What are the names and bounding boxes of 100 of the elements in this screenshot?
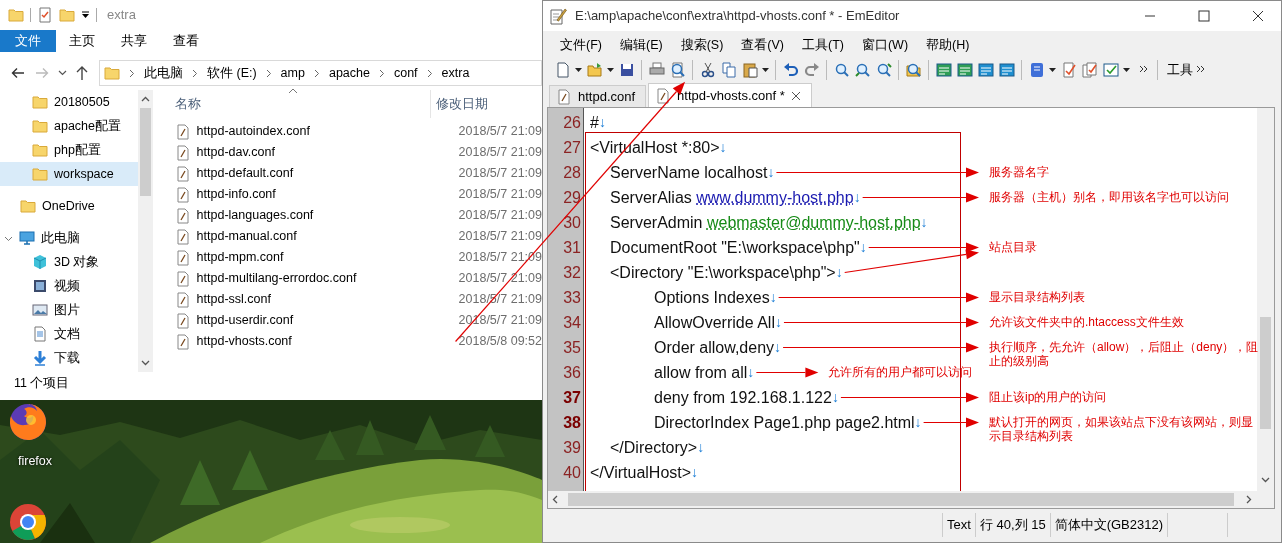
breadcrumb-item[interactable]: amp bbox=[280, 63, 305, 83]
file-name[interactable]: httpd-info.conf bbox=[196, 185, 453, 204]
line-number: 35 bbox=[562, 337, 582, 358]
nav-item[interactable]: apache配置 bbox=[0, 114, 138, 138]
caret-icon[interactable] bbox=[81, 11, 90, 19]
chevron-right-icon[interactable] bbox=[426, 68, 433, 78]
address-bar[interactable]: 此电脑 软件 (E:) amp apache conf extra bbox=[99, 60, 542, 86]
breadcrumb-item[interactable]: extra bbox=[441, 63, 470, 83]
save-icon[interactable] bbox=[618, 62, 635, 78]
nav-item[interactable]: 视频 bbox=[0, 274, 138, 298]
breadcrumb-item[interactable]: conf bbox=[393, 63, 418, 83]
menu-item[interactable]: 帮助(H) bbox=[917, 34, 979, 56]
fox-globe-icon[interactable] bbox=[8, 402, 48, 442]
window-icon[interactable] bbox=[977, 62, 994, 78]
tab[interactable]: httpd.conf bbox=[549, 85, 647, 107]
nav-item[interactable]: 图片 bbox=[0, 298, 138, 322]
cut-icon[interactable] bbox=[699, 62, 716, 78]
menu-item[interactable]: 编辑(E) bbox=[610, 34, 672, 56]
scroll-down-icon[interactable] bbox=[140, 360, 150, 366]
menu-item[interactable]: 搜索(S) bbox=[671, 34, 733, 56]
chevron-right-icon[interactable] bbox=[129, 68, 135, 78]
file-name[interactable]: httpd-vhosts.conf bbox=[196, 332, 453, 351]
file-name[interactable]: httpd-languages.conf bbox=[196, 206, 453, 225]
code-line: Order allow,deny bbox=[653, 337, 775, 358]
file-name[interactable]: httpd-dav.conf bbox=[196, 143, 453, 162]
maximize-icon[interactable] bbox=[1196, 8, 1212, 24]
close-icon[interactable] bbox=[790, 90, 801, 101]
nav-item[interactable]: 下载 bbox=[0, 346, 138, 370]
documents-check-icon[interactable] bbox=[1081, 62, 1098, 78]
scrollbar-thumb[interactable] bbox=[568, 493, 1234, 506]
file-name[interactable]: httpd-ssl.conf bbox=[196, 290, 453, 309]
folder-icon bbox=[32, 142, 48, 158]
document-check-icon[interactable] bbox=[1060, 62, 1077, 78]
nav-item[interactable]: 20180505 bbox=[0, 90, 138, 114]
redo-icon[interactable] bbox=[803, 62, 820, 78]
search-icon[interactable] bbox=[854, 62, 871, 78]
nav-item[interactable]: OneDrive bbox=[0, 194, 138, 218]
copy-icon[interactable] bbox=[720, 62, 737, 78]
link[interactable]: www.dummy-host.php bbox=[696, 188, 854, 206]
window-icon[interactable] bbox=[998, 62, 1015, 78]
nav-item[interactable]: 此电脑 bbox=[0, 226, 138, 250]
folder-search-icon[interactable] bbox=[905, 62, 922, 78]
scroll-right-icon[interactable] bbox=[1246, 495, 1252, 504]
annotation-arrow bbox=[755, 367, 819, 378]
nav-item[interactable]: php配置 bbox=[0, 138, 138, 162]
scroll-up-icon[interactable] bbox=[140, 96, 150, 102]
up-icon[interactable] bbox=[75, 65, 89, 81]
window-icon[interactable] bbox=[935, 62, 952, 78]
file-name[interactable]: httpd-default.conf bbox=[196, 164, 453, 183]
clipboard-icon[interactable] bbox=[741, 62, 758, 78]
nav-item[interactable]: workspace bbox=[0, 162, 138, 186]
undo-icon[interactable] bbox=[782, 62, 799, 78]
file-name[interactable]: httpd-autoindex.conf bbox=[196, 122, 453, 141]
chevron-right-icon[interactable] bbox=[192, 68, 198, 78]
scrollbar-thumb[interactable] bbox=[1260, 317, 1271, 429]
tab[interactable]: httpd-vhosts.conf * bbox=[648, 83, 812, 107]
breadcrumb-item[interactable]: apache bbox=[328, 63, 370, 83]
date-column-header[interactable]: 修改日期 bbox=[429, 90, 488, 118]
scrollbar-thumb[interactable] bbox=[139, 108, 151, 196]
back-icon[interactable] bbox=[10, 65, 26, 81]
scroll-left-icon[interactable] bbox=[552, 495, 558, 504]
ribbon-tab[interactable]: 主页 bbox=[56, 30, 108, 52]
chevron-right-icon[interactable] bbox=[378, 68, 385, 78]
close-icon[interactable] bbox=[1250, 8, 1266, 24]
checklist-icon[interactable] bbox=[37, 7, 53, 23]
menu-item[interactable]: 文件(F) bbox=[551, 34, 611, 56]
code-line: ServerName localhost bbox=[609, 162, 768, 183]
search-icon[interactable] bbox=[875, 62, 892, 78]
file-name[interactable]: httpd-manual.conf bbox=[196, 227, 453, 246]
file-name[interactable]: httpd-mpm.conf bbox=[196, 248, 453, 267]
nav-item[interactable]: 3D 对象 bbox=[0, 250, 138, 274]
nav-item[interactable]: 文档 bbox=[0, 322, 138, 346]
ribbon-tab[interactable]: 文件 bbox=[0, 30, 56, 52]
search-icon[interactable] bbox=[833, 62, 850, 78]
ribbon-tab[interactable]: 查看 bbox=[160, 30, 212, 52]
link[interactable]: webmaster@dummy-host.php bbox=[706, 213, 921, 231]
file-name[interactable]: httpd-userdir.conf bbox=[196, 311, 453, 330]
breadcrumb-item[interactable]: 软件 (E:) bbox=[207, 63, 257, 83]
chevron-right-icon[interactable] bbox=[265, 68, 272, 78]
scrollbar[interactable] bbox=[137, 90, 153, 372]
chrome-icon[interactable] bbox=[8, 502, 48, 542]
name-column-header[interactable]: 名称 bbox=[174, 94, 430, 114]
file-name[interactable]: httpd-multilang-errordoc.conf bbox=[196, 269, 453, 288]
annotation-note: 显示目录结构列表 bbox=[989, 289, 1086, 304]
menu-item[interactable]: 窗口(W) bbox=[852, 34, 918, 56]
print-preview-icon[interactable] bbox=[669, 62, 686, 78]
chevron-down-icon[interactable] bbox=[58, 69, 67, 77]
breadcrumb-item[interactable]: 此电脑 bbox=[144, 63, 183, 83]
newline-mark: ↓ bbox=[774, 313, 782, 332]
menu-item[interactable]: 查看(V) bbox=[732, 34, 793, 56]
scrollbar[interactable] bbox=[1257, 108, 1274, 491]
checkbox-icon[interactable] bbox=[1102, 62, 1119, 78]
printer-icon[interactable] bbox=[648, 62, 665, 78]
scroll-down-icon[interactable] bbox=[1261, 477, 1270, 483]
chevron-right-icon[interactable] bbox=[313, 68, 320, 78]
menu-item[interactable]: 工具(T) bbox=[793, 34, 853, 56]
scrollbar[interactable] bbox=[548, 491, 1274, 508]
window-icon[interactable] bbox=[956, 62, 973, 78]
ribbon-tab[interactable]: 共享 bbox=[108, 30, 160, 52]
desktop-icon-label[interactable]: firefox bbox=[18, 452, 53, 471]
